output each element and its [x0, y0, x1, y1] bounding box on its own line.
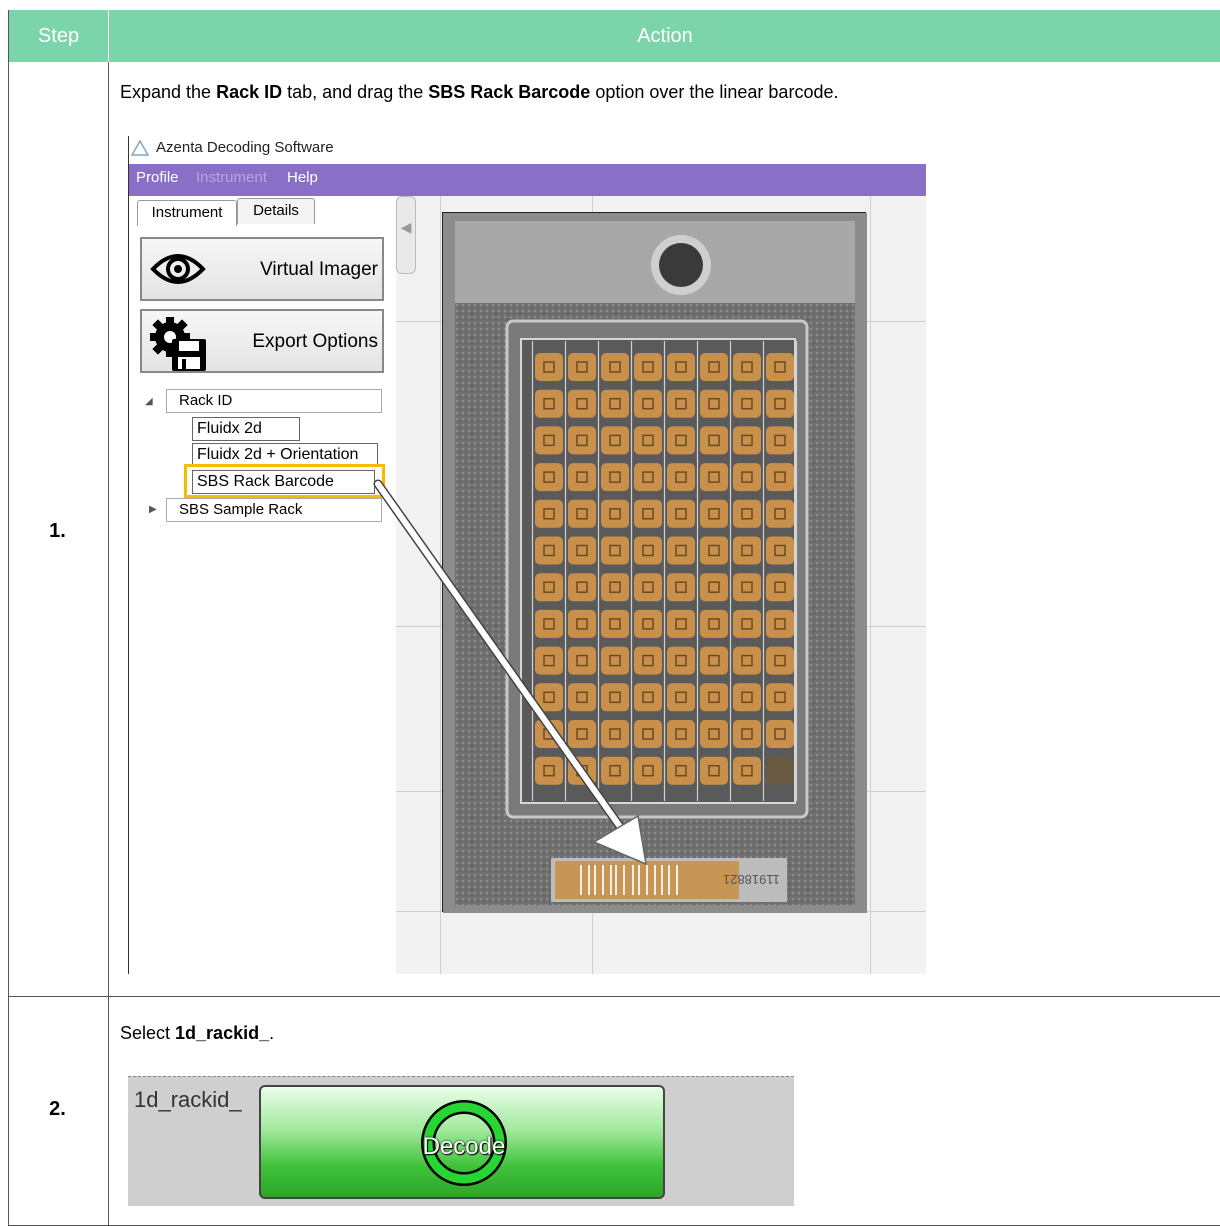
table-header: Step Action	[9, 10, 1220, 62]
decode-screenshot: 1d_rackid_ Decode	[128, 1076, 794, 1206]
drag-arrow	[373, 479, 647, 866]
rackid-label: 1d_rackid_	[134, 1087, 242, 1112]
step-number: 1.	[49, 520, 66, 542]
column-divider	[108, 62, 109, 1226]
step-instruction: Expand the Rack ID tab, and drag the SBS…	[120, 82, 839, 102]
decode-button[interactable]: Decode	[259, 1085, 665, 1199]
header-step: Step	[37, 25, 80, 47]
decode-button-label: Decode	[422, 1133, 506, 1160]
step-instruction: Select 1d_rackid_.	[120, 1023, 275, 1043]
app-screenshot: Azenta Decoding Software Profile Instrum…	[128, 136, 928, 976]
step-number: 2.	[49, 1098, 66, 1120]
header-action: Action	[637, 25, 693, 47]
row-divider	[9, 996, 1220, 997]
